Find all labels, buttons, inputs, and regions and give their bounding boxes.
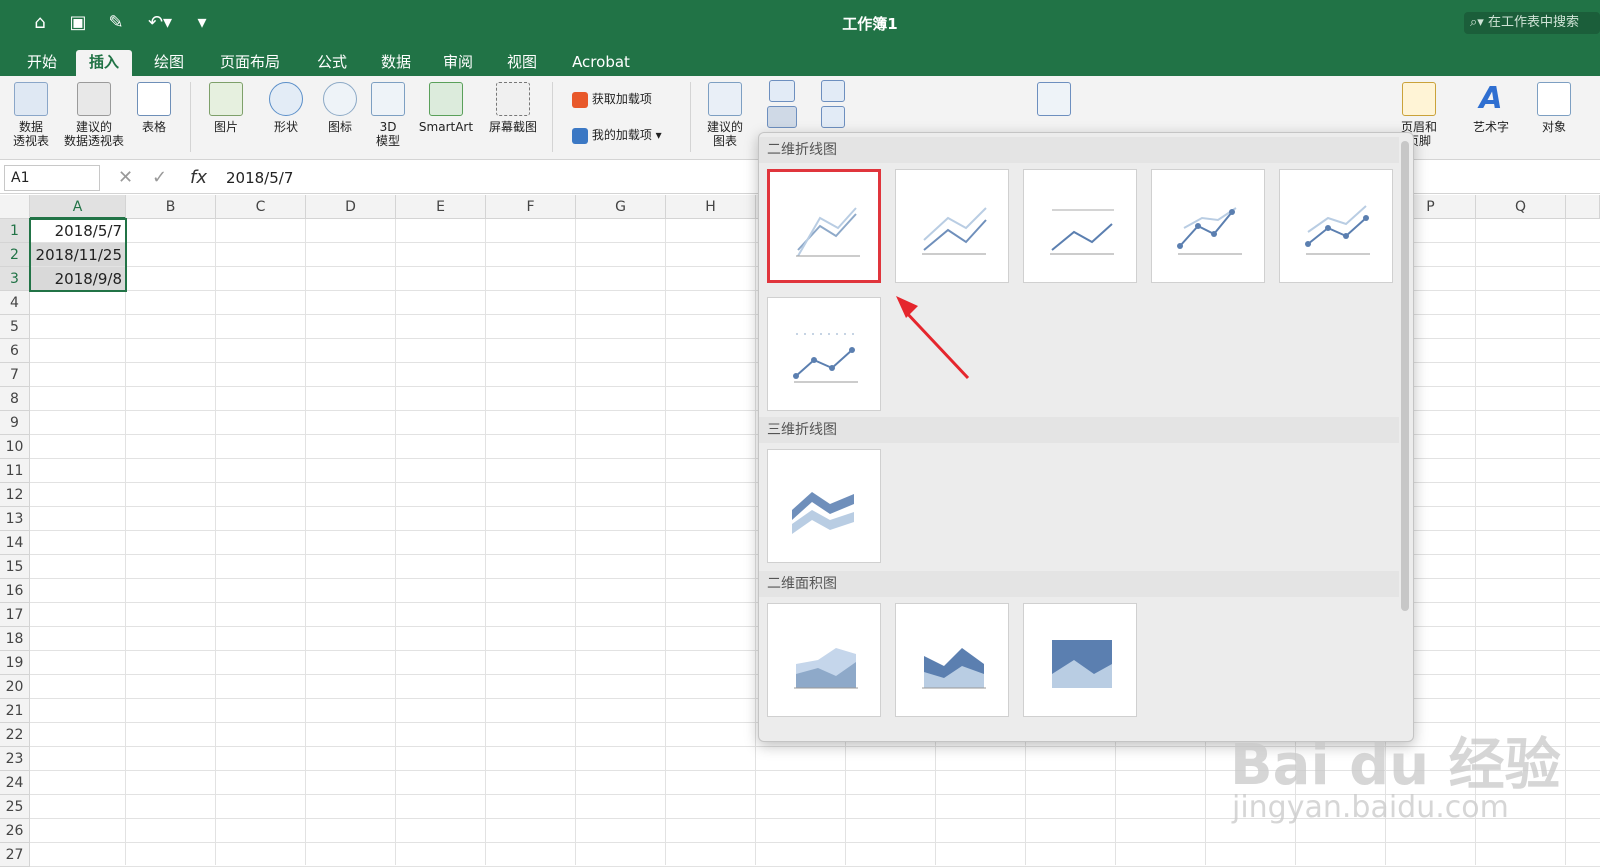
watermark-logo: Bai du 经验 (1230, 733, 1561, 798)
arrow-line (902, 308, 970, 380)
watermark-url: jingyan.baidu.com (1232, 790, 1509, 825)
arrow-head (896, 296, 918, 318)
